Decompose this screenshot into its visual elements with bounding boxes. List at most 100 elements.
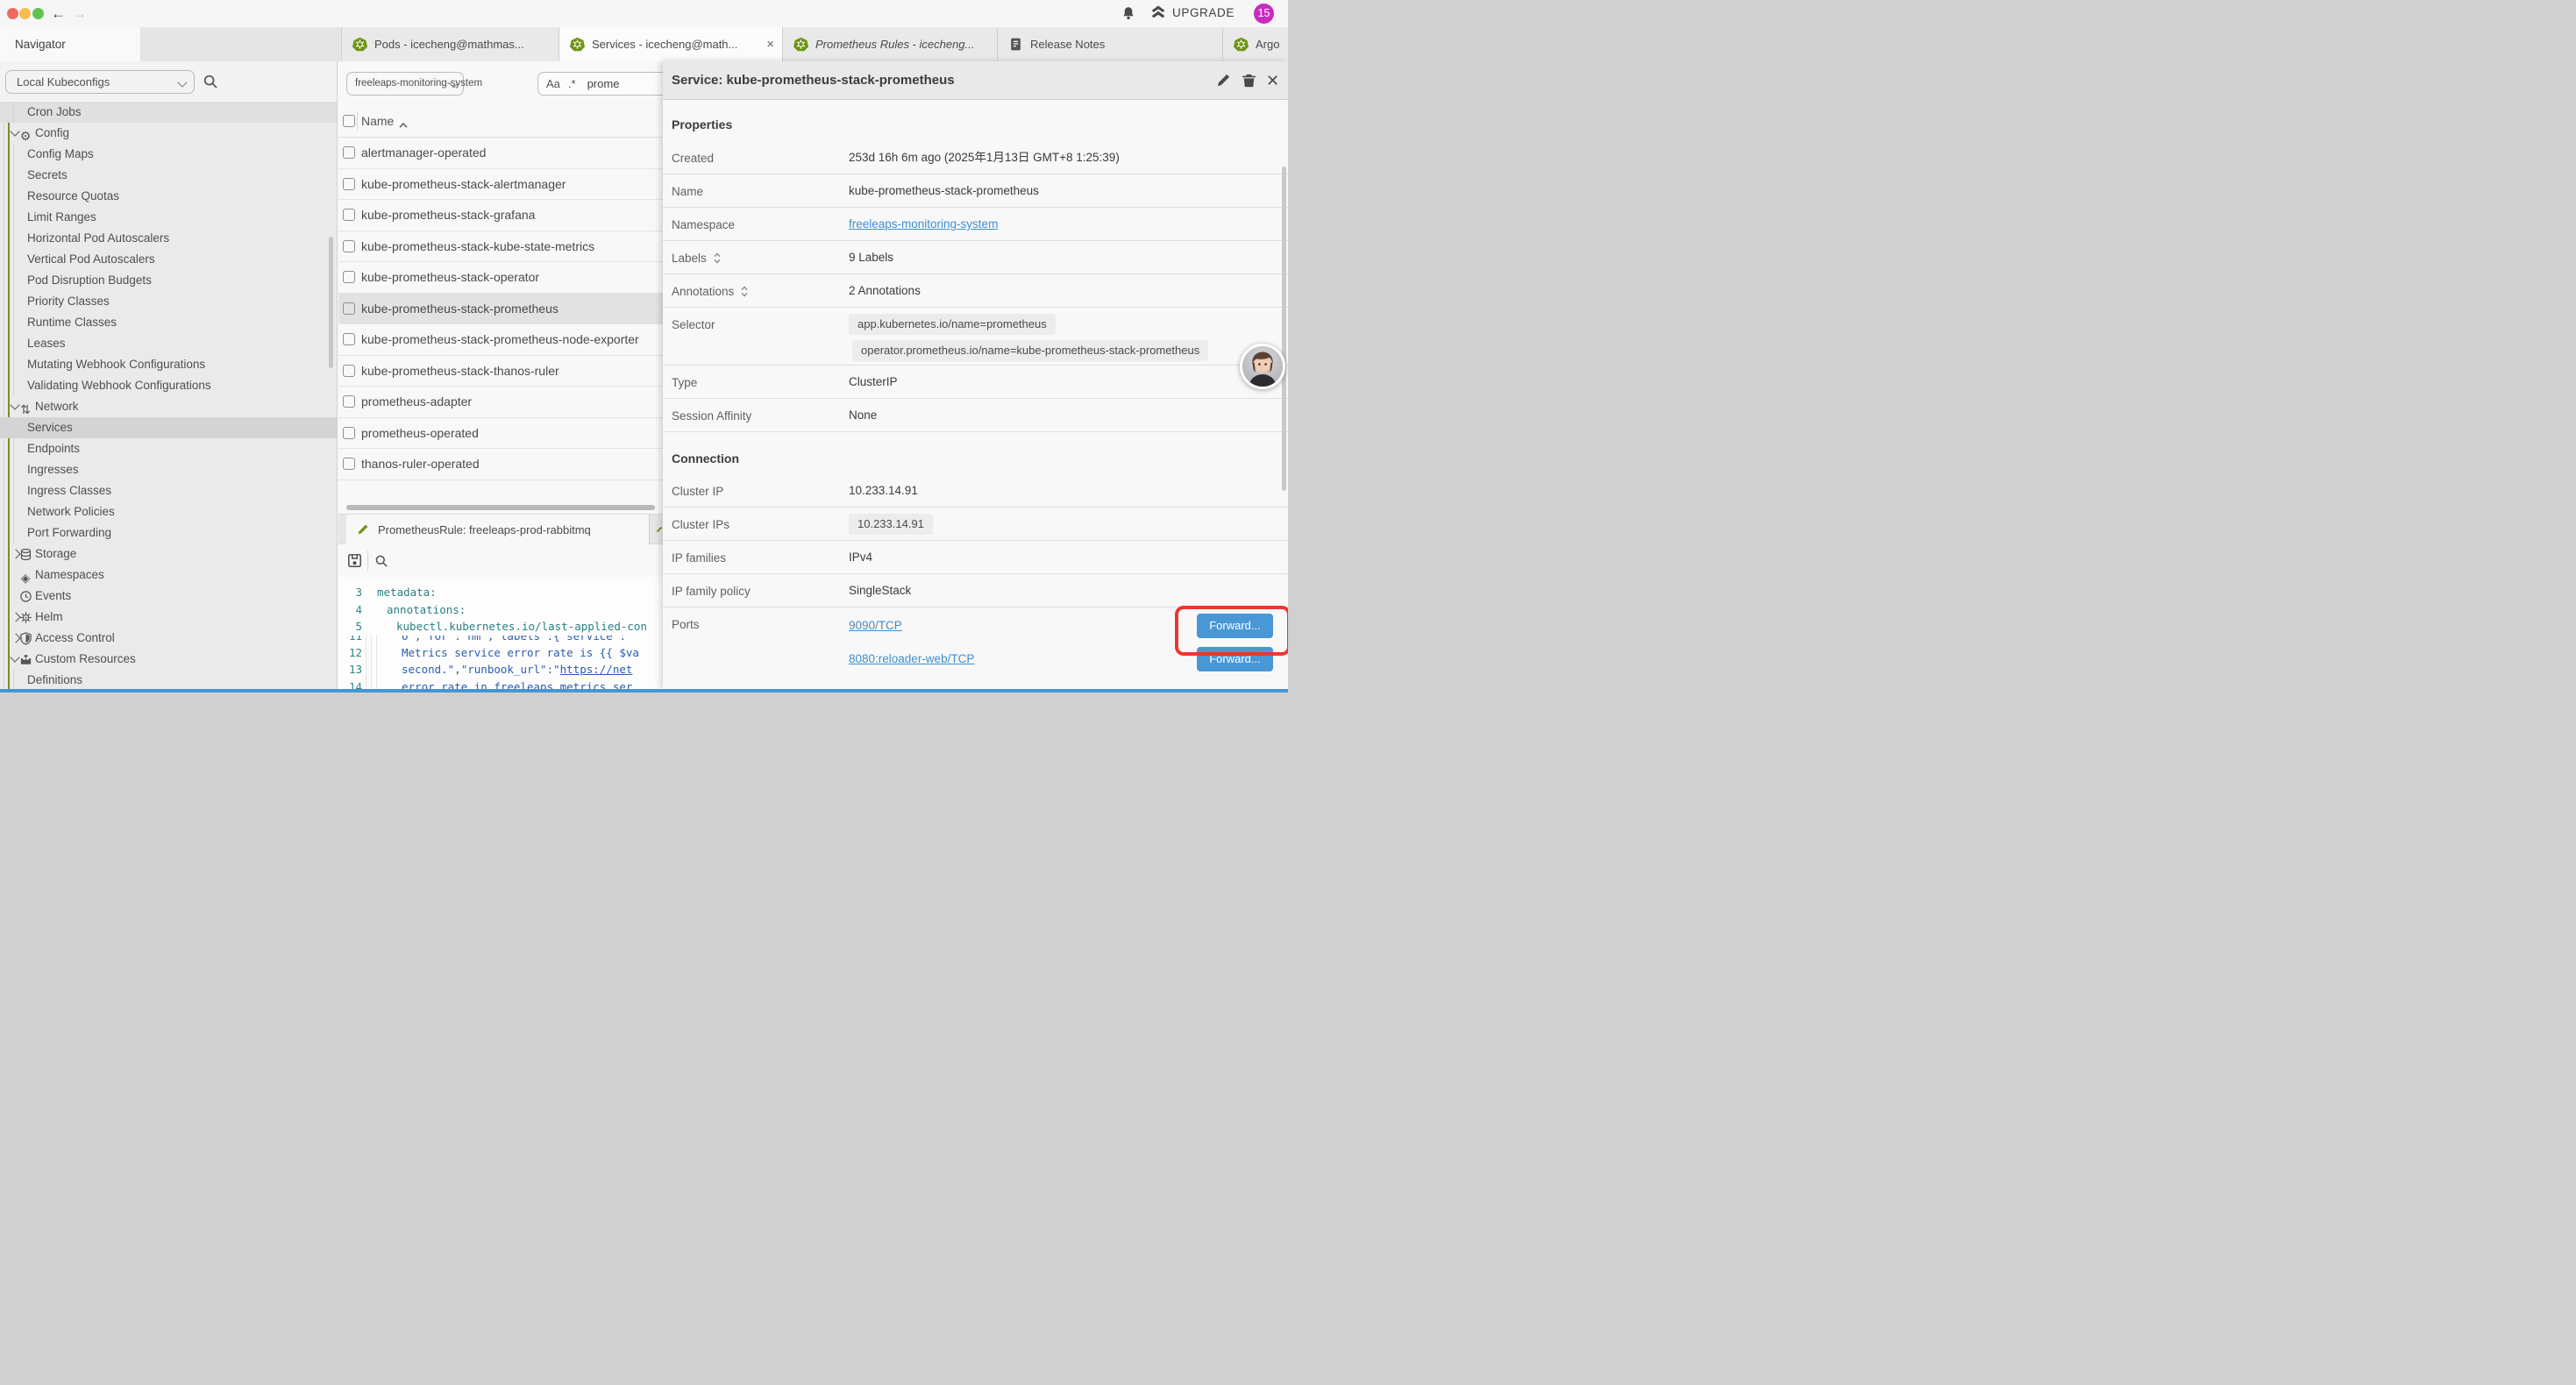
notification-count-badge[interactable]: 15 bbox=[1254, 4, 1274, 24]
detail-label: Name bbox=[672, 174, 703, 208]
editor-line[interactable]: 3metadata: bbox=[338, 584, 663, 601]
sidebar-item-namespaces[interactable]: ◈Namespaces bbox=[0, 565, 337, 586]
tab-2[interactable]: Services - icecheng@math...× bbox=[559, 27, 783, 61]
editor-search-icon[interactable] bbox=[374, 554, 388, 568]
sidebar-item-mutating-webhook-configurations[interactable]: Mutating Webhook Configurations bbox=[0, 354, 337, 375]
save-icon[interactable] bbox=[347, 553, 362, 568]
port-link[interactable]: 9090/TCP bbox=[849, 619, 902, 632]
user-avatar[interactable] bbox=[1240, 344, 1285, 389]
sidebar-item-ingresses[interactable]: Ingresses bbox=[0, 459, 337, 480]
table-row[interactable]: kube-prometheus-stack-kube-state-metrics bbox=[338, 231, 663, 263]
table-row[interactable]: thanos-ruler-operated bbox=[338, 449, 663, 480]
namespace-selector[interactable]: freeleaps-monitoring-system bbox=[346, 72, 464, 96]
table-row[interactable]: kube-prometheus-stack-prometheus bbox=[338, 294, 663, 325]
upgrade-button[interactable]: UPGRADE bbox=[1150, 5, 1235, 19]
sidebar-item-network-policies[interactable]: Network Policies bbox=[0, 501, 337, 522]
namespace-link[interactable]: freeleaps-monitoring-system bbox=[849, 217, 998, 231]
sidebar-item-custom-resources[interactable]: Custom Resources bbox=[0, 649, 337, 670]
sidebar-item-config[interactable]: ⚙Config bbox=[0, 123, 337, 144]
tab-4[interactable]: Release Notes bbox=[998, 27, 1223, 61]
tab-close-icon[interactable]: × bbox=[759, 37, 774, 52]
row-checkbox[interactable] bbox=[343, 395, 355, 408]
forward-button[interactable]: → bbox=[72, 3, 87, 25]
sidebar-search-icon[interactable] bbox=[203, 74, 218, 89]
sidebar-item-pod-disruption-budgets[interactable]: Pod Disruption Budgets bbox=[0, 270, 337, 291]
sidebar-item-runtime-classes[interactable]: Runtime Classes bbox=[0, 312, 337, 333]
sidebar-item-cron-jobs[interactable]: Cron Jobs bbox=[0, 102, 337, 123]
sidebar-item-validating-webhook-configurations[interactable]: Validating Webhook Configurations bbox=[0, 375, 337, 396]
row-checkbox[interactable] bbox=[343, 302, 355, 315]
port-link[interactable]: 8080:reloader-web/TCP bbox=[849, 652, 974, 665]
sidebar-item-priority-classes[interactable]: Priority Classes bbox=[0, 291, 337, 312]
list-search-input[interactable]: Aa .* prome bbox=[537, 72, 663, 96]
sidebar-item-definitions[interactable]: Definitions bbox=[0, 670, 337, 691]
navigator-tab[interactable]: Navigator bbox=[0, 27, 141, 61]
expand-collapse-icon[interactable] bbox=[740, 285, 749, 298]
regex-icon[interactable]: .* bbox=[568, 77, 576, 90]
sidebar-item-config-maps[interactable]: Config Maps bbox=[0, 144, 337, 165]
sidebar-item-port-forwarding[interactable]: Port Forwarding bbox=[0, 522, 337, 543]
tab-1[interactable]: Pods - icecheng@mathmas... bbox=[342, 27, 559, 61]
close-icon[interactable]: ✕ bbox=[1266, 69, 1279, 92]
row-checkbox[interactable] bbox=[343, 178, 355, 190]
sidebar-item-network[interactable]: ⇅Network bbox=[0, 396, 337, 417]
expand-collapse-icon[interactable] bbox=[713, 252, 722, 265]
table-row[interactable]: kube-prometheus-stack-alertmanager bbox=[338, 169, 663, 201]
horizontal-scrollbar[interactable] bbox=[346, 505, 655, 510]
sidebar-item-resource-quotas[interactable]: Resource Quotas bbox=[0, 186, 337, 207]
row-checkbox[interactable] bbox=[343, 365, 355, 377]
sidebar-item-access-control[interactable]: Access Control bbox=[0, 628, 337, 649]
dock-tab-partial[interactable] bbox=[650, 515, 663, 544]
sidebar-item-storage[interactable]: Storage bbox=[0, 543, 337, 565]
table-row[interactable]: kube-prometheus-stack-thanos-ruler bbox=[338, 356, 663, 387]
sidebar-item-horizontal-pod-autoscalers[interactable]: Horizontal Pod Autoscalers bbox=[0, 228, 337, 249]
editor-line[interactable]: 4annotations: bbox=[338, 601, 663, 619]
row-checkbox[interactable] bbox=[343, 271, 355, 283]
table-row[interactable]: kube-prometheus-stack-operator bbox=[338, 262, 663, 294]
row-checkbox[interactable] bbox=[343, 146, 355, 159]
table-row[interactable]: kube-prometheus-stack-prometheus-node-ex… bbox=[338, 324, 663, 356]
row-checkbox[interactable] bbox=[343, 209, 355, 221]
traffic-light-minimize[interactable] bbox=[19, 8, 31, 19]
editor-line[interactable]: 12Metrics service error rate is {{ $va bbox=[338, 644, 663, 662]
tab-5[interactable]: Argo Se bbox=[1223, 27, 1288, 61]
search-query[interactable]: prome bbox=[587, 77, 620, 90]
sidebar-item-limit-ranges[interactable]: Limit Ranges bbox=[0, 207, 337, 228]
row-checkbox[interactable] bbox=[343, 333, 355, 345]
row-checkbox[interactable] bbox=[343, 427, 355, 439]
row-checkbox[interactable] bbox=[343, 240, 355, 252]
table-row[interactable]: prometheus-adapter bbox=[338, 387, 663, 418]
sidebar-item-ingress-classes[interactable]: Ingress Classes bbox=[0, 480, 337, 501]
edit-icon[interactable] bbox=[1216, 73, 1231, 88]
sidebar-item-secrets[interactable]: Secrets bbox=[0, 165, 337, 186]
notifications-bell-icon[interactable] bbox=[1121, 6, 1135, 20]
editor-line[interactable]: 11o","for":"nm","labels":{"service": bbox=[338, 636, 663, 644]
match-case-icon[interactable]: Aa bbox=[546, 77, 560, 90]
table-row[interactable]: alertmanager-operated bbox=[338, 138, 663, 169]
delete-icon[interactable] bbox=[1242, 73, 1256, 88]
sidebar-scrollbar[interactable] bbox=[329, 237, 333, 368]
sidebar-item-services[interactable]: Services bbox=[0, 417, 337, 438]
column-header-name[interactable]: Name bbox=[361, 105, 394, 137]
kubeconfig-selector[interactable]: Local Kubeconfigs bbox=[5, 70, 195, 94]
sidebar-item-leases[interactable]: Leases bbox=[0, 333, 337, 354]
sidebar-item-helm[interactable]: Helm bbox=[0, 607, 337, 628]
service-name: prometheus-adapter bbox=[361, 387, 472, 417]
table-row[interactable]: prometheus-operated bbox=[338, 418, 663, 450]
editor-line[interactable]: 13second.","runbook_url":"https://net bbox=[338, 661, 663, 678]
tab-3[interactable]: Prometheus Rules - icecheng... bbox=[783, 27, 998, 61]
row-checkbox[interactable] bbox=[343, 458, 355, 470]
panel-scrollbar[interactable] bbox=[1282, 167, 1286, 491]
sidebar-item-vertical-pod-autoscalers[interactable]: Vertical Pod Autoscalers bbox=[0, 249, 337, 270]
back-button[interactable]: ← bbox=[51, 3, 66, 25]
editor-line[interactable]: 5kubectl.kubernetes.io/last-applied-con bbox=[338, 618, 663, 636]
sidebar-item-endpoints[interactable]: Endpoints bbox=[0, 438, 337, 459]
dock-tab-prometheusrule[interactable]: PrometheusRule: freeleaps-prod-rabbitmq bbox=[346, 515, 650, 544]
select-all-checkbox[interactable] bbox=[343, 115, 355, 127]
sidebar-item-events[interactable]: Events bbox=[0, 586, 337, 607]
table-row[interactable]: kube-prometheus-stack-grafana bbox=[338, 200, 663, 231]
sort-asc-icon[interactable] bbox=[398, 117, 409, 124]
yaml-editor[interactable]: 3metadata:4annotations:5kubectl.kubernet… bbox=[338, 577, 663, 689]
traffic-light-close[interactable] bbox=[7, 8, 18, 19]
traffic-light-zoom[interactable] bbox=[32, 8, 44, 19]
